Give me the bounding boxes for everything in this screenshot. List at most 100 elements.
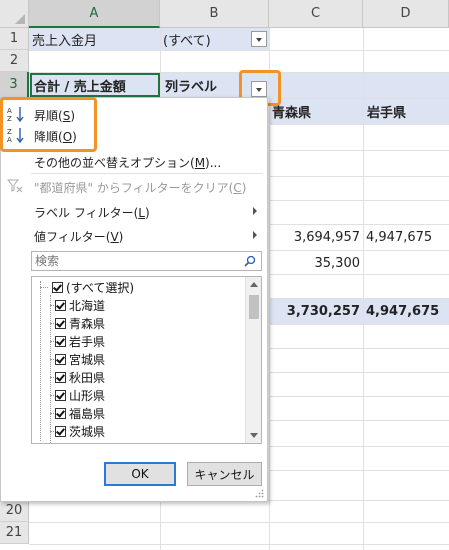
checkbox-checked-icon[interactable] — [55, 407, 66, 419]
cell-d7[interactable]: 4,947,675 — [366, 224, 449, 250]
search-placeholder: 検索 — [35, 254, 60, 268]
list-item[interactable]: 茨城県 — [55, 422, 105, 440]
cell-b1[interactable]: (すべて) — [163, 28, 249, 50]
filter-values-list[interactable]: (すべて選択) 北海道 青森県 岩手県 宮城県 秋田県 山形県 福島県 茨城県 — [31, 276, 262, 444]
more-sort-options-accesskey: M — [194, 156, 206, 170]
list-item[interactable]: 北海道 — [55, 296, 105, 314]
more-sort-options-suffix: )... — [205, 156, 222, 170]
resize-grip-icon[interactable] — [255, 489, 264, 498]
tree-connector — [50, 295, 51, 443]
value-filter-paren: ) — [118, 230, 124, 244]
list-item[interactable]: 青森県 — [55, 314, 105, 332]
list-item-label: 福島県 — [69, 406, 106, 421]
gridline — [269, 324, 449, 325]
checkbox-checked-icon[interactable] — [55, 299, 66, 311]
list-item-label: (すべて選択) — [66, 280, 135, 295]
row-header-21[interactable]: 21 — [0, 522, 29, 544]
checkbox-checked-icon[interactable] — [55, 425, 66, 437]
clear-filter-item: "都道府県" からフィルターをクリア(C) — [34, 179, 246, 196]
pivot-filter-menu: A Z 昇順(S) Z A 降順(O) その他の並べ替えオプション(M)... … — [0, 97, 268, 502]
gridline — [29, 544, 449, 545]
report-filter-dropdown-button[interactable] — [251, 31, 267, 47]
list-item-select-all[interactable]: (すべて選択) — [52, 278, 134, 296]
column-header-a[interactable]: A — [29, 0, 160, 28]
gridline — [269, 470, 449, 471]
more-sort-options-label: その他の並べ替えオプション( — [34, 156, 195, 170]
cell-c7[interactable]: 3,694,957 — [269, 224, 360, 250]
submenu-arrow-icon — [253, 231, 257, 239]
cell-c10[interactable]: 3,730,257 — [269, 298, 360, 324]
tree-connector — [40, 281, 41, 441]
checkbox-checked-icon[interactable] — [55, 335, 66, 347]
cancel-button[interactable]: キャンセル — [187, 462, 262, 486]
row-header-2[interactable]: 2 — [0, 50, 29, 72]
list-item-label: 茨城県 — [69, 424, 106, 439]
gridline — [29, 50, 449, 51]
filter-search-input[interactable]: 検索 — [31, 251, 262, 271]
row-header-3[interactable]: 3 — [0, 72, 29, 98]
list-item-label: 岩手県 — [69, 334, 106, 349]
tree-connector — [40, 287, 48, 288]
cell-a1[interactable]: 売上入金月 — [32, 28, 158, 50]
select-all-corner[interactable] — [0, 0, 29, 28]
cell-d4[interactable]: 岩手県 — [367, 98, 449, 124]
search-icon — [244, 255, 256, 267]
label-filter-paren: ) — [144, 206, 150, 220]
submenu-arrow-icon — [253, 207, 257, 215]
clear-filter-paren: ) — [241, 181, 247, 195]
gridline — [269, 150, 449, 151]
value-filter-item[interactable]: 値フィルター(V) — [34, 228, 123, 245]
row-header-20[interactable]: 20 — [0, 500, 29, 522]
menu-separator — [31, 173, 263, 174]
value-filter-label: 値フィルター( — [34, 230, 111, 244]
list-item-label: 青森県 — [69, 316, 106, 331]
list-item[interactable]: 福島県 — [55, 404, 105, 422]
more-sort-options-item[interactable]: その他の並べ替えオプション(M)... — [34, 154, 221, 171]
clear-filter-icon — [7, 179, 23, 193]
label-filter-accesskey: L — [138, 206, 145, 220]
checkbox-checked-icon[interactable] — [55, 353, 66, 365]
list-item[interactable]: 岩手県 — [55, 332, 105, 350]
list-item-label: 秋田県 — [69, 370, 106, 385]
checkbox-checked-icon[interactable] — [55, 317, 66, 329]
column-header-d[interactable]: D — [363, 0, 449, 28]
gridline — [269, 176, 449, 177]
gridline — [269, 200, 449, 201]
gridline — [29, 522, 449, 523]
list-item-label: 宮城県 — [69, 352, 106, 367]
row-header-1[interactable]: 1 — [0, 28, 29, 50]
clear-filter-label: "都道府県" からフィルターをクリア( — [34, 181, 234, 195]
checkbox-checked-icon[interactable] — [55, 371, 66, 383]
list-item[interactable]: 山形県 — [55, 386, 105, 404]
scroll-up-icon[interactable] — [250, 282, 258, 287]
cell-c4[interactable]: 青森県 — [272, 98, 362, 124]
value-filter-accesskey: V — [110, 230, 119, 244]
list-item-label: 山形県 — [69, 388, 106, 403]
list-item[interactable]: 秋田県 — [55, 368, 105, 386]
list-item-label: 北海道 — [69, 298, 106, 313]
list-scrollbar[interactable] — [245, 277, 261, 443]
label-filter-label: ラベル フィルター( — [34, 206, 139, 220]
column-header-c[interactable]: C — [269, 0, 363, 28]
cell-c8[interactable]: 35,300 — [269, 250, 361, 276]
gridline — [363, 28, 364, 550]
ok-button[interactable]: OK — [104, 462, 176, 486]
list-item[interactable]: 宮城県 — [55, 350, 105, 368]
scroll-thumb[interactable] — [249, 295, 259, 319]
gridline — [269, 396, 449, 397]
label-filter-item[interactable]: ラベル フィルター(L) — [34, 204, 150, 221]
cell-b3[interactable]: 列ラベル — [165, 72, 245, 98]
highlight-sort-options — [0, 97, 97, 152]
gridline — [269, 28, 270, 550]
gridline — [269, 348, 449, 349]
clear-filter-accesskey: C — [233, 181, 242, 195]
checkbox-checked-icon[interactable] — [55, 389, 66, 401]
gridline — [269, 124, 449, 125]
scroll-down-icon[interactable] — [250, 433, 258, 438]
cell-d10[interactable]: 4,947,675 — [366, 298, 449, 324]
gridline — [269, 372, 449, 373]
column-header-b[interactable]: B — [160, 0, 269, 28]
checkbox-checked-icon[interactable] — [52, 281, 63, 293]
cell-a3[interactable]: 合計 / 売上金額 — [30, 73, 160, 97]
gridline — [269, 446, 449, 447]
